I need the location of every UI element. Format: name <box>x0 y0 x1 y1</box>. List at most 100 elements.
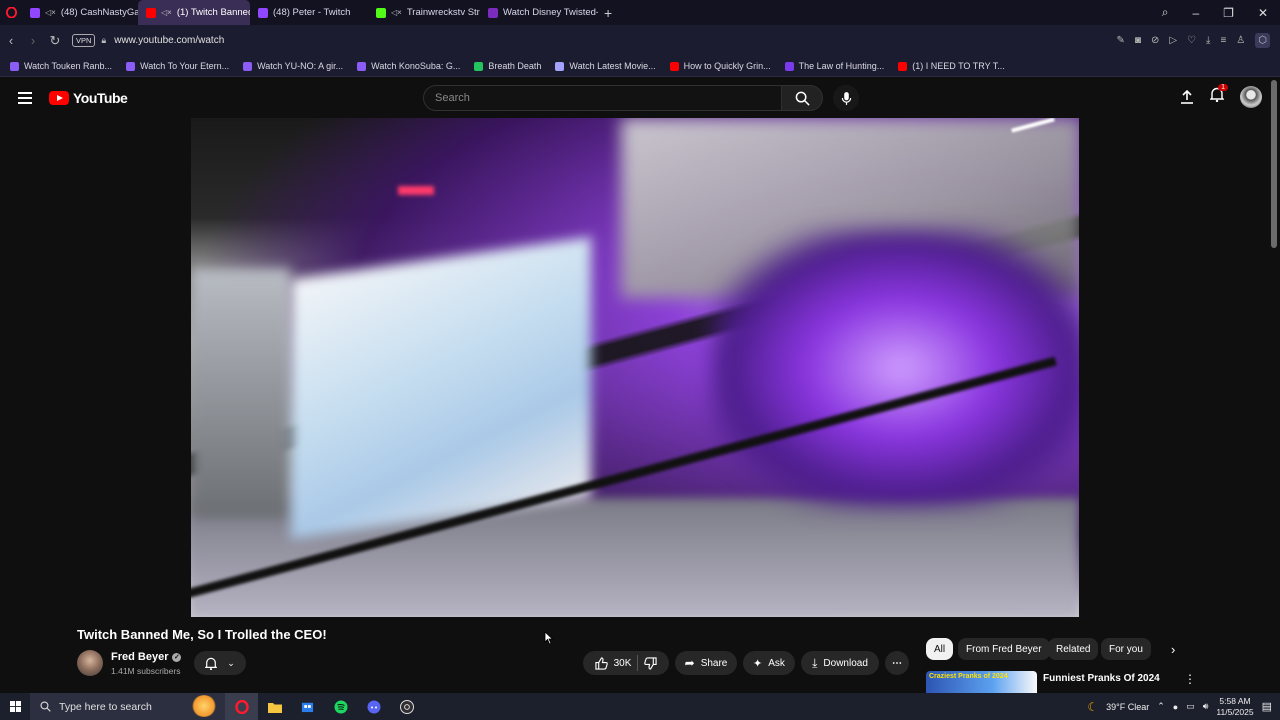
bookmark-item[interactable]: The Law of Hunting... <box>784 61 884 71</box>
bookmark-favicon-icon <box>898 61 908 71</box>
network-icon[interactable]: ▭ <box>1186 701 1195 712</box>
microphone-icon <box>841 91 851 105</box>
chevron-up-icon[interactable]: ⌃ <box>1157 701 1165 712</box>
vpn-badge[interactable]: VPN <box>72 34 96 47</box>
upload-icon[interactable] <box>1180 90 1194 104</box>
channel-avatar[interactable] <box>77 650 103 676</box>
volume-icon[interactable]: 🔊︎ <box>1203 701 1209 712</box>
system-clock[interactable]: 5:58 AM 11/5/2025 <box>1216 696 1253 718</box>
url-field[interactable]: www.youtube.com/watch <box>114 35 224 46</box>
browser-tab[interactable]: Watch Disney Twisted-Wo <box>480 0 598 25</box>
bookmark-item[interactable]: Watch Latest Movie... <box>555 61 656 71</box>
video-title: Twitch Banned Me, So I Trolled the CEO! <box>77 627 327 642</box>
bookmark-item[interactable]: Watch YU-NO: A gir... <box>243 61 343 71</box>
taskbar-search-input[interactable]: Type here to search <box>30 693 225 720</box>
opera-menu-icon[interactable] <box>0 0 22 25</box>
adblock-icon[interactable]: ⊘ <box>1151 35 1159 46</box>
back-icon[interactable]: ‹ <box>0 33 22 48</box>
like-button[interactable]: 30K <box>594 656 631 670</box>
hamburger-menu-icon[interactable] <box>18 92 32 104</box>
tab-search-icon[interactable]: ⌕ <box>1162 5 1169 20</box>
channel-name[interactable]: Fred Beyer ✓ <box>111 651 182 663</box>
close-icon[interactable]: ✕ <box>1258 6 1268 20</box>
download-icon[interactable]: ⤓ <box>1206 35 1210 46</box>
verified-icon: ✓ <box>172 652 182 662</box>
related-video-thumbnail[interactable]: Craziest Pranks of 2024 <box>926 671 1037 693</box>
related-video-title[interactable]: Funniest Pranks Of 2024 <box>1043 673 1160 684</box>
taskbar-store-button[interactable] <box>291 693 324 720</box>
browser-tab[interactable]: (48) Peter - Twitch <box>250 0 368 25</box>
muted-speaker-icon[interactable]: ◁× <box>391 8 402 17</box>
thumbs-down-icon[interactable] <box>644 656 658 670</box>
taskbar-obs-button[interactable] <box>390 693 423 720</box>
notifications-button[interactable]: 1 <box>1209 84 1228 107</box>
search-button[interactable] <box>781 85 823 111</box>
share-icon: ➦ <box>684 656 695 670</box>
weather-text[interactable]: 39°F Clear <box>1106 702 1149 712</box>
thumbnail-text: Craziest Pranks of 2024 <box>929 673 1008 680</box>
chip-related[interactable]: Related <box>1048 638 1099 660</box>
taskbar-opera-button[interactable] <box>225 693 258 720</box>
profile-icon[interactable]: ♙ <box>1236 35 1245 46</box>
taskbar-spotify-button[interactable] <box>324 693 357 720</box>
bookmark-item[interactable]: Watch To Your Etern... <box>126 61 229 71</box>
taskbar-discord-button[interactable] <box>357 693 390 720</box>
bookmark-label: How to Quickly Grin... <box>683 61 771 71</box>
account-avatar[interactable] <box>1240 86 1262 108</box>
extensions-icon[interactable]: ⬡ <box>1255 33 1270 48</box>
ask-button[interactable]: ✦ Ask <box>743 651 795 675</box>
start-button[interactable] <box>0 701 30 712</box>
forward-icon[interactable]: › <box>22 33 44 48</box>
heart-icon[interactable]: ♡ <box>1187 35 1196 46</box>
subscription-bell-button[interactable]: ⌄ <box>194 651 246 675</box>
lock-icon[interactable]: 🔒︎ <box>101 35 106 46</box>
bookmark-item[interactable]: Watch Touken Ranb... <box>10 61 112 71</box>
windows-logo-icon <box>9 701 21 712</box>
search-icon <box>795 91 810 106</box>
divider <box>637 655 639 671</box>
bookmark-favicon-icon <box>126 61 136 71</box>
notification-center-icon[interactable]: ▤ <box>1262 700 1272 713</box>
bookmark-label: Breath Death <box>488 61 542 71</box>
reload-icon[interactable]: ↻ <box>44 33 66 49</box>
edit-icon[interactable]: ✎ <box>1117 35 1125 46</box>
bookmark-label: Watch YU-NO: A gir... <box>257 61 344 71</box>
tab-label: (1) Twitch Banned Me <box>176 7 250 18</box>
muted-speaker-icon[interactable]: ◁× <box>45 8 56 17</box>
page-scrollbar[interactable] <box>1271 80 1277 248</box>
camera-icon[interactable]: ◙ <box>1135 35 1141 46</box>
video-player[interactable] <box>191 118 1079 617</box>
download-button[interactable]: ⤓ Download <box>801 651 879 675</box>
minimize-icon[interactable]: – <box>1192 6 1199 20</box>
chevron-right-icon[interactable]: › <box>1171 642 1175 657</box>
bookmark-item[interactable]: How to Quickly Grin... <box>669 61 771 71</box>
bookmark-favicon-icon <box>669 61 679 71</box>
browser-tab[interactable]: ◁× Trainwreckstv Stream <box>368 0 480 25</box>
new-tab-button[interactable]: + <box>598 5 618 21</box>
ask-label: Ask <box>768 657 785 669</box>
bookmark-item[interactable]: Watch KonoSuba: G... <box>357 61 460 71</box>
more-vertical-icon[interactable]: ⋮ <box>1184 672 1196 686</box>
browser-tab-active[interactable]: ◁× (1) Twitch Banned Me <box>138 0 250 25</box>
share-button[interactable]: ➦ Share <box>675 651 737 675</box>
bookmarks-bar: Watch Touken Ranb... Watch To Your Etern… <box>0 56 1280 77</box>
menu-icon[interactable]: ≡ <box>1220 35 1226 46</box>
bookmark-favicon-icon <box>784 61 794 71</box>
voice-search-button[interactable] <box>833 85 859 111</box>
muted-speaker-icon[interactable]: ◁× <box>161 8 172 17</box>
share-label: Share <box>700 657 728 669</box>
youtube-logo[interactable]: YouTube <box>49 90 128 106</box>
taskbar-file-explorer-button[interactable] <box>258 693 291 720</box>
chip-for-you[interactable]: For you <box>1101 638 1151 660</box>
bookmark-item[interactable]: Breath Death <box>474 61 541 71</box>
tab-label: Trainwreckstv Stream <box>406 7 480 18</box>
player-icon[interactable]: ▷ <box>1169 35 1177 46</box>
browser-tab[interactable]: ◁× (48) CashNastyGaming <box>22 0 138 25</box>
search-input[interactable]: Search <box>423 85 782 111</box>
chip-all[interactable]: All <box>926 638 954 660</box>
microphone-icon[interactable]: ● <box>1173 702 1178 712</box>
maximize-icon[interactable]: ❐ <box>1223 6 1234 20</box>
more-actions-button[interactable]: ⋯ <box>885 651 909 675</box>
chip-from-channel[interactable]: From Fred Beyer <box>958 638 1050 660</box>
bookmark-item[interactable]: (1) I NEED TO TRY T... <box>898 61 1005 71</box>
